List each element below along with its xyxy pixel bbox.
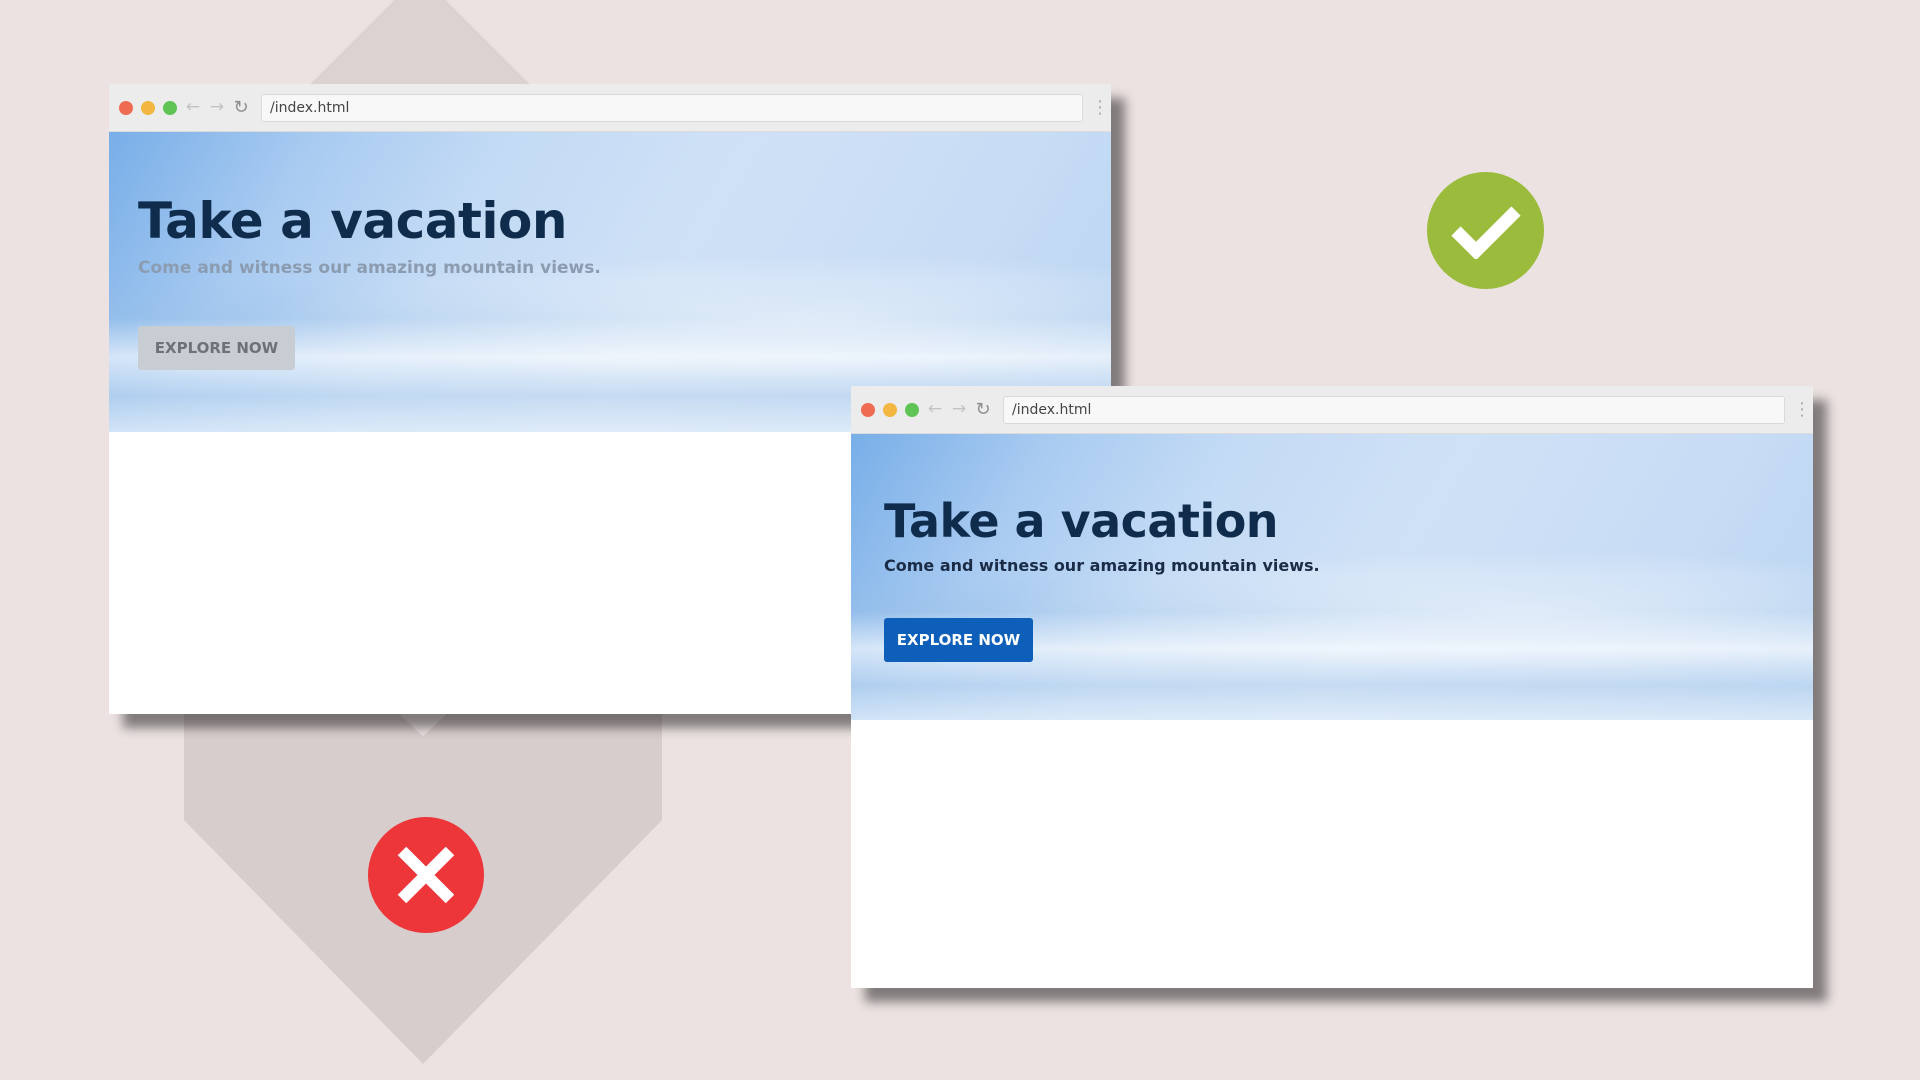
browser-toolbar: ← → ↻ /index.html ⋮ xyxy=(851,386,1813,434)
reload-icon[interactable]: ↻ xyxy=(975,400,991,419)
browser-toolbar: ← → ↻ /index.html ⋮ xyxy=(109,84,1111,132)
maximize-window-dot[interactable] xyxy=(163,100,177,115)
minimize-window-dot[interactable] xyxy=(141,100,155,115)
maximize-window-dot[interactable] xyxy=(905,402,919,417)
arrow-left-icon[interactable]: ← xyxy=(185,99,201,116)
cross-badge xyxy=(368,817,484,933)
address-bar[interactable]: /index.html xyxy=(1003,395,1785,424)
checkmark-icon xyxy=(1450,205,1521,259)
reload-icon[interactable]: ↻ xyxy=(233,98,249,117)
arrow-left-icon[interactable]: ← xyxy=(927,401,943,418)
hero-subtitle: Come and witness our amazing mountain vi… xyxy=(884,556,1320,575)
close-window-dot[interactable] xyxy=(119,100,133,115)
more-vertical-icon[interactable]: ⋮ xyxy=(1091,98,1109,117)
checkmark-badge xyxy=(1427,172,1544,289)
minimize-window-dot[interactable] xyxy=(883,402,897,417)
more-vertical-icon[interactable]: ⋮ xyxy=(1793,400,1811,419)
explore-now-button[interactable]: EXPLORE NOW xyxy=(138,326,295,370)
arrow-right-icon[interactable]: → xyxy=(951,401,967,418)
hero-subtitle: Come and witness our amazing mountain vi… xyxy=(138,258,601,278)
hero-title: Take a vacation xyxy=(884,494,1279,548)
address-bar-url: /index.html xyxy=(1012,401,1092,418)
hero-banner: Take a vacation Come and witness our ama… xyxy=(851,434,1813,720)
close-window-dot[interactable] xyxy=(861,402,875,417)
address-bar[interactable]: /index.html xyxy=(261,93,1083,122)
explore-now-button[interactable]: EXPLORE NOW xyxy=(884,618,1033,662)
hero-title: Take a vacation xyxy=(138,192,567,250)
browser-window-high-contrast: ← → ↻ /index.html ⋮ Take a vacation Come… xyxy=(851,386,1813,988)
arrow-right-icon[interactable]: → xyxy=(209,99,225,116)
cross-icon xyxy=(397,846,455,904)
address-bar-url: /index.html xyxy=(270,99,350,116)
